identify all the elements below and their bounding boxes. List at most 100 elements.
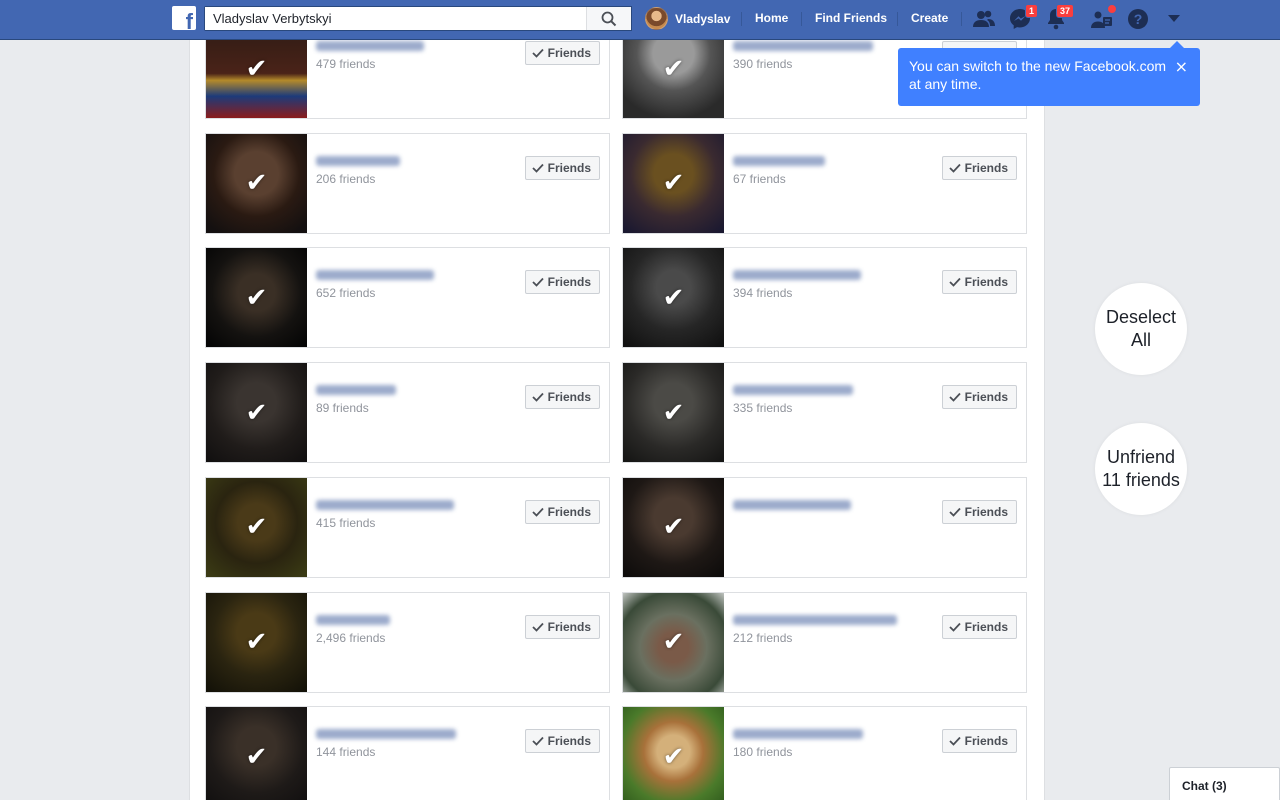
notifications-button[interactable]: 37 xyxy=(1044,4,1074,31)
friends-status-button[interactable]: Friends xyxy=(524,614,600,639)
friends-button-label: Friends xyxy=(547,504,591,519)
friend-photo[interactable]: ✔ xyxy=(206,40,307,118)
friend-photo[interactable]: ✔ xyxy=(206,592,307,692)
search-input[interactable] xyxy=(205,7,586,30)
friends-button-label: Friends xyxy=(964,160,1008,175)
blurred-friend-name[interactable] xyxy=(316,155,400,166)
find-friends-link[interactable]: Find Friends xyxy=(815,11,887,25)
blurred-friend-name[interactable] xyxy=(733,270,861,281)
blurred-friend-name[interactable] xyxy=(733,614,897,625)
selected-check-icon: ✔ xyxy=(662,53,685,84)
avatar xyxy=(645,7,668,30)
blurred-friend-name[interactable] xyxy=(316,614,390,625)
home-link[interactable]: Home xyxy=(755,11,788,25)
friend-card: ✔ 144 friends Friends xyxy=(205,706,610,800)
friends-status-button[interactable]: Friends xyxy=(941,729,1017,754)
create-link[interactable]: Create xyxy=(911,11,948,25)
friends-status-button[interactable]: Friends xyxy=(941,155,1017,180)
friend-requests-button[interactable] xyxy=(972,7,996,31)
friend-photo[interactable]: ✔ xyxy=(623,707,724,800)
help-icon: ? xyxy=(1128,9,1148,29)
checkmark-icon xyxy=(532,163,544,173)
blurred-friend-name[interactable] xyxy=(316,270,434,281)
profile-name: Vladyslav xyxy=(675,11,731,26)
friend-photo[interactable]: ✔ xyxy=(623,40,724,118)
quick-help-groups-button[interactable] xyxy=(1090,4,1117,31)
friend-photo[interactable]: ✔ xyxy=(623,592,724,692)
friend-photo[interactable]: ✔ xyxy=(206,248,307,348)
friends-status-button[interactable]: Friends xyxy=(524,499,600,524)
top-navigation-bar: f Vladyslav Home Find Friends Create 1 3… xyxy=(0,0,1280,40)
mutual-friend-count: 144 friends xyxy=(316,745,376,760)
friends-status-button[interactable]: Friends xyxy=(941,614,1017,639)
selected-check-icon: ✔ xyxy=(662,627,685,657)
blurred-friend-name[interactable] xyxy=(316,499,454,510)
divider xyxy=(741,12,742,26)
profile-link[interactable]: Vladyslav xyxy=(645,6,730,31)
blurred-friend-name[interactable] xyxy=(733,729,863,740)
blurred-friend-name[interactable] xyxy=(733,41,873,51)
friends-status-button[interactable]: Friends xyxy=(524,729,600,754)
chat-tab[interactable]: Chat (3) xyxy=(1169,767,1280,800)
friend-photo[interactable]: ✔ xyxy=(623,363,724,463)
mutual-friend-count: 206 friends xyxy=(316,171,376,186)
blurred-friend-name[interactable] xyxy=(733,385,853,396)
friends-button-label: Friends xyxy=(964,504,1008,519)
mutual-friend-count: 415 friends xyxy=(316,515,376,530)
notification-dot xyxy=(1107,4,1117,14)
friend-photo[interactable]: ✔ xyxy=(623,248,724,348)
blurred-friend-name[interactable] xyxy=(316,385,396,396)
selected-check-icon: ✔ xyxy=(662,741,685,772)
checkmark-icon xyxy=(949,507,961,517)
chevron-down-icon xyxy=(1168,15,1180,22)
friends-status-button[interactable]: Friends xyxy=(941,499,1017,524)
mutual-friend-count: 67 friends xyxy=(733,171,786,186)
messages-button[interactable]: 1 xyxy=(1008,4,1038,31)
mutual-friend-count: 180 friends xyxy=(733,745,793,760)
chat-label: Chat (3) xyxy=(1182,779,1227,793)
friend-photo[interactable]: ✔ xyxy=(206,363,307,463)
mutual-friend-count: 2,496 friends xyxy=(316,630,386,645)
selected-check-icon: ✔ xyxy=(662,512,685,543)
checkmark-icon xyxy=(949,278,961,288)
friends-status-button[interactable]: Friends xyxy=(524,385,600,410)
friend-card: ✔ 652 friends Friends xyxy=(205,247,610,349)
friend-card: ✔ 89 friends Friends xyxy=(205,362,610,464)
search-button[interactable] xyxy=(586,7,631,30)
blurred-friend-name[interactable] xyxy=(733,155,825,166)
friend-photo[interactable]: ✔ xyxy=(623,133,724,233)
friend-photo[interactable]: ✔ xyxy=(206,707,307,800)
selected-check-icon: ✔ xyxy=(245,53,268,84)
deselect-all-button[interactable]: Deselect All xyxy=(1095,283,1187,375)
help-button[interactable]: ? xyxy=(1126,7,1150,31)
blurred-friend-name[interactable] xyxy=(316,729,456,740)
new-facebook-tooltip: You can switch to the new Facebook.com a… xyxy=(898,41,1200,106)
divider xyxy=(897,12,898,26)
mutual-friend-count: 652 friends xyxy=(316,286,376,301)
friends-button-label: Friends xyxy=(964,619,1008,634)
friend-card: ✔ 212 friends Friends xyxy=(622,591,1027,693)
friends-button-label: Friends xyxy=(547,275,591,290)
facebook-logo-icon[interactable]: f xyxy=(172,6,196,30)
notifications-badge: 37 xyxy=(1055,4,1074,18)
friends-status-button[interactable]: Friends xyxy=(524,155,600,180)
friends-status-button[interactable]: Friends xyxy=(524,41,600,65)
friends-button-label: Friends xyxy=(964,390,1008,405)
friend-card: ✔ 479 friends Friends xyxy=(205,40,610,119)
unfriend-button[interactable]: Unfriend 11 friends xyxy=(1095,423,1187,515)
selected-check-icon: ✔ xyxy=(245,397,268,428)
selected-check-icon: ✔ xyxy=(245,512,268,543)
account-menu-button[interactable] xyxy=(1162,7,1186,31)
friend-photo[interactable]: ✔ xyxy=(206,477,307,577)
divider xyxy=(961,12,962,26)
close-icon[interactable]: × xyxy=(1175,58,1188,76)
blurred-friend-name[interactable] xyxy=(733,499,851,510)
friends-status-button[interactable]: Friends xyxy=(941,385,1017,410)
friend-photo[interactable]: ✔ xyxy=(623,477,724,577)
friends-status-button[interactable]: Friends xyxy=(941,270,1017,295)
friends-status-button[interactable]: Friends xyxy=(524,270,600,295)
checkmark-icon xyxy=(949,392,961,402)
friend-photo[interactable]: ✔ xyxy=(206,133,307,233)
blurred-friend-name[interactable] xyxy=(316,41,424,51)
mutual-friend-count: 479 friends xyxy=(316,57,376,71)
